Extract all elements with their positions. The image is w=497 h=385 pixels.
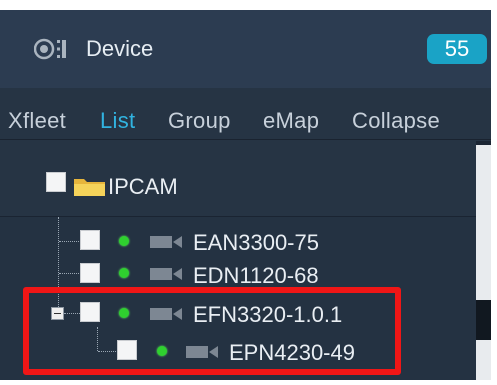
highlight-box bbox=[23, 287, 401, 375]
online-status-icon bbox=[119, 268, 129, 278]
tab-group[interactable]: Group bbox=[168, 108, 231, 134]
device-label[interactable]: EDN1120-68 bbox=[193, 263, 319, 289]
tree-guide-line bbox=[59, 273, 79, 274]
camera-icon bbox=[150, 268, 182, 280]
bottom-margin bbox=[0, 380, 497, 385]
tab-collapse[interactable]: Collapse bbox=[352, 108, 440, 134]
top-margin bbox=[0, 0, 497, 10]
device-checkbox[interactable] bbox=[80, 230, 100, 250]
root-checkbox[interactable] bbox=[46, 172, 66, 192]
camera-icon bbox=[150, 236, 182, 248]
device-title: Device bbox=[86, 36, 154, 61]
tab-list[interactable]: List bbox=[100, 108, 135, 134]
folder-icon bbox=[74, 179, 105, 196]
tree-root-row[interactable] bbox=[0, 141, 476, 216]
tab-emap[interactable]: eMap bbox=[263, 108, 319, 134]
device-header bbox=[0, 10, 491, 88]
device-label[interactable]: EAN3300-75 bbox=[193, 230, 319, 256]
scrollbar-top-gap bbox=[476, 141, 491, 145]
right-margin bbox=[491, 0, 497, 385]
row-divider bbox=[0, 216, 476, 217]
root-label[interactable]: IPCAM bbox=[108, 174, 178, 200]
tree-guide-line bbox=[59, 241, 79, 242]
device-tree-icon bbox=[34, 38, 66, 60]
online-status-icon bbox=[119, 236, 129, 246]
device-checkbox[interactable] bbox=[80, 263, 100, 283]
device-count-badge: 55 bbox=[427, 34, 487, 64]
vertical-scrollbar[interactable] bbox=[476, 141, 491, 380]
scrollbar-shadow bbox=[476, 300, 491, 340]
tab-xfleet[interactable]: Xfleet bbox=[8, 108, 66, 134]
